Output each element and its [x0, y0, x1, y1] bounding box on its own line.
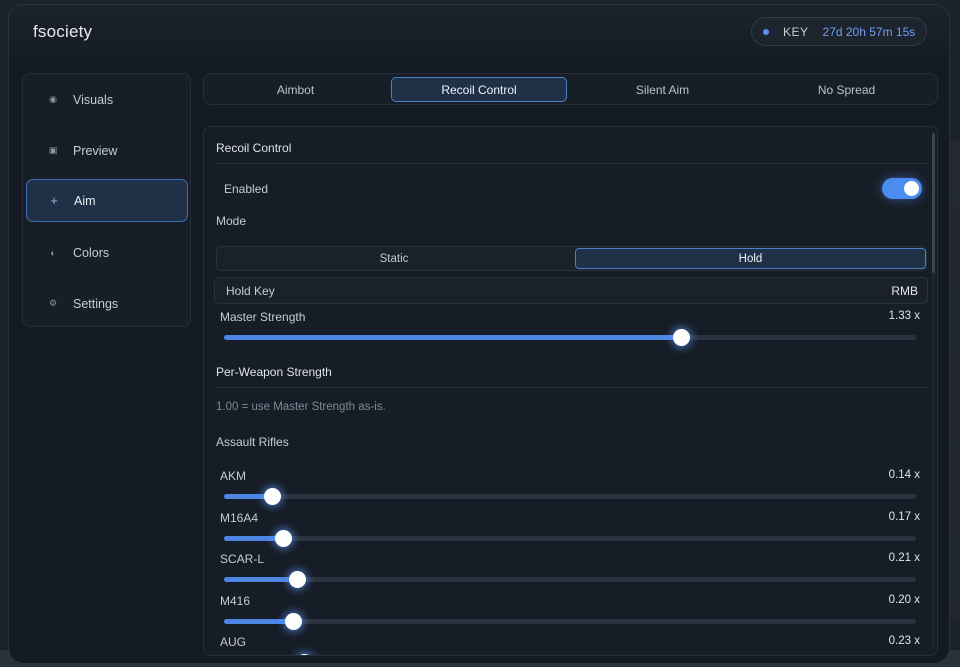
weapon-label-scar-l: SCAR-L — [220, 552, 265, 566]
weapon-slider-akm[interactable] — [224, 488, 916, 505]
slider-knob[interactable] — [295, 654, 313, 655]
sidebar-item-preview[interactable]: ▣ Preview — [26, 129, 188, 172]
sidebar-item-colors[interactable]: ◐ Colors — [26, 231, 188, 274]
slider-fill — [224, 619, 294, 624]
sidebar-item-label: Settings — [73, 296, 119, 311]
master-strength-slider[interactable] — [224, 329, 916, 346]
per-weapon-title: Per-Weapon Strength — [216, 365, 332, 379]
weapon-label-akm: AKM — [220, 469, 247, 483]
tab-aimbot[interactable]: Aimbot — [207, 77, 384, 102]
weapon-group-label: Assault Rifles — [216, 435, 289, 449]
divider — [216, 387, 928, 388]
weapon-value-scar-l: 0.21 x — [888, 552, 920, 564]
toggle-knob — [904, 181, 919, 196]
weapon-value-akm: 0.14 x — [888, 469, 920, 481]
cheat-menu-window: fsociety KEY 27d 20h 57m 15s ◉ Visuals ▣… — [8, 4, 950, 664]
key-time-remaining: 27d 20h 57m 15s — [822, 24, 916, 39]
slider-knob[interactable] — [285, 613, 303, 630]
sidebar-item-label: Colors — [73, 245, 110, 260]
dot-icon: ◉ — [49, 94, 57, 104]
slider-knob[interactable] — [288, 571, 306, 588]
slider-fill — [224, 536, 283, 541]
weapon-label-m16a4: M16A4 — [220, 511, 259, 525]
slider-knob[interactable] — [264, 488, 282, 505]
sidebar-item-label: Aim — [74, 193, 96, 208]
sidebar-item-label: Preview — [73, 143, 118, 158]
weapon-label-aug: AUG — [220, 635, 247, 649]
weapon-slider-scar-l[interactable] — [224, 571, 916, 588]
app-title: fsociety — [33, 22, 93, 41]
slider-knob[interactable] — [274, 530, 292, 547]
slider-fill — [224, 577, 297, 582]
hold-key-row[interactable]: Hold Key RMB — [214, 277, 928, 304]
slider-knob[interactable] — [672, 329, 690, 346]
title-bar[interactable]: fsociety KEY 27d 20h 57m 15s — [9, 5, 949, 61]
enabled-toggle[interactable] — [882, 178, 922, 199]
weapon-value-aug: 0.23 x — [888, 635, 920, 647]
square-icon: ▣ — [48, 145, 58, 155]
sidebar: ◉ Visuals ▣ Preview + Aim ◐ Colors ⚙ Set… — [22, 73, 191, 327]
master-strength-label: Master Strength — [220, 310, 306, 324]
status-dot-icon — [763, 28, 769, 35]
mode-label: Mode — [216, 214, 247, 228]
gear-icon: ⚙ — [48, 298, 58, 308]
master-strength-value: 1.33 x — [888, 310, 920, 322]
weapon-value-m416: 0.20 x — [888, 594, 920, 606]
recoil-control-panel: Recoil Control Enabled Mode Static Hold … — [203, 126, 938, 656]
weapon-slider-m416[interactable] — [224, 613, 916, 630]
plus-icon: + — [50, 193, 58, 208]
weapon-label-m416: M416 — [220, 594, 251, 608]
mode-option-hold[interactable]: Hold — [575, 248, 926, 269]
divider — [216, 163, 928, 164]
tab-recoil-control[interactable]: Recoil Control — [391, 77, 567, 102]
hold-key-value: RMB — [891, 284, 918, 298]
slider-fill — [224, 335, 681, 340]
sidebar-item-visuals[interactable]: ◉ Visuals — [26, 78, 188, 121]
per-weapon-hint: 1.00 = use Master Strength as-is. — [216, 401, 386, 413]
scrollbar-thumb[interactable] — [932, 133, 935, 273]
section-title: Recoil Control — [216, 141, 292, 155]
tab-no-spread[interactable]: No Spread — [758, 77, 935, 102]
sidebar-item-aim[interactable]: + Aim — [26, 179, 188, 222]
mode-segmented-control: Static Hold — [216, 246, 927, 271]
tab-bar: Aimbot Recoil Control Silent Aim No Spre… — [203, 73, 938, 105]
tab-silent-aim[interactable]: Silent Aim — [574, 77, 751, 102]
key-label: KEY — [783, 24, 809, 39]
weapon-value-m16a4: 0.17 x — [888, 511, 920, 523]
weapon-slider-m16a4[interactable] — [224, 530, 916, 547]
sidebar-item-label: Visuals — [73, 92, 114, 107]
key-status-pill: KEY 27d 20h 57m 15s — [751, 17, 927, 46]
enabled-label: Enabled — [224, 182, 269, 196]
hold-key-label: Hold Key — [226, 284, 275, 298]
sidebar-item-settings[interactable]: ⚙ Settings — [26, 282, 188, 325]
mode-option-static[interactable]: Static — [218, 248, 570, 269]
half-circle-icon: ◐ — [50, 247, 56, 258]
